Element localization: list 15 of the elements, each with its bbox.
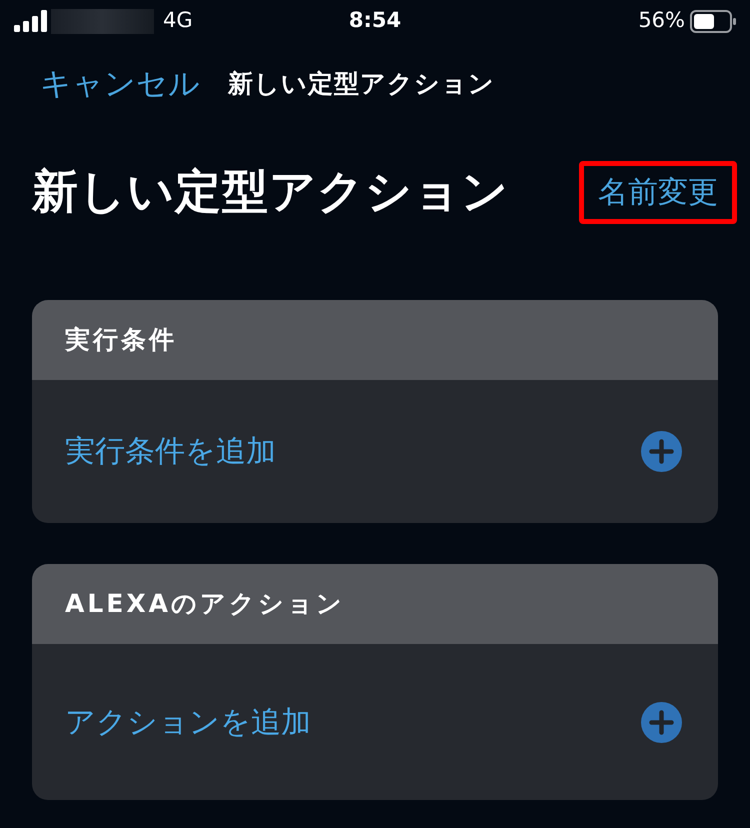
section-title: 実行条件: [65, 324, 177, 356]
plus-icon: [641, 431, 682, 472]
battery-percent: 56%: [638, 7, 685, 34]
add-row-button[interactable]: アクションを追加: [32, 644, 718, 800]
cancel-link[interactable]: キャンセル: [40, 60, 200, 108]
section-title: ALEXAのアクション: [65, 588, 345, 620]
battery-icon: [690, 10, 736, 32]
add-row-button[interactable]: 実行条件を追加: [32, 380, 718, 523]
network-label: 4G: [163, 7, 193, 34]
signal-icon: [14, 10, 47, 32]
clock-time: 8:54: [348, 7, 402, 34]
plus-icon: [641, 702, 682, 742]
page-title: 新しい定型アクション: [32, 164, 509, 220]
rename-link[interactable]: 名前変更: [598, 172, 718, 212]
nav-title: 新しい定型アクション: [228, 68, 495, 100]
